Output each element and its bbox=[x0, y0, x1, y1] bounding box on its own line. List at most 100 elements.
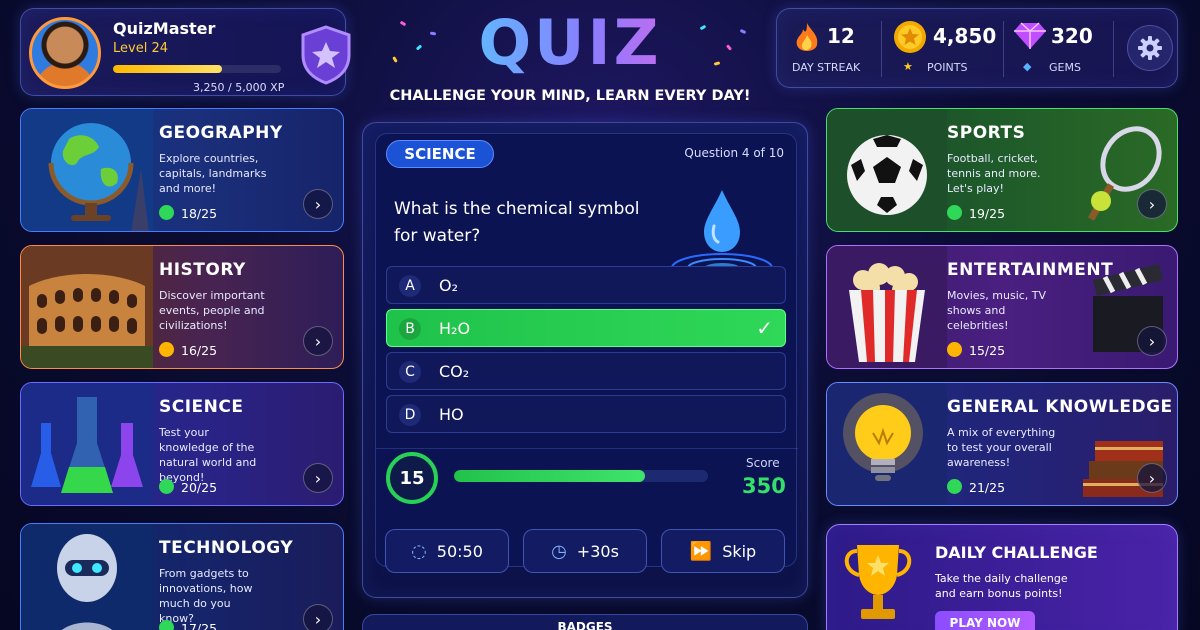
clock-icon: ◷ bbox=[551, 540, 567, 562]
question-text: What is the chemical symbol for water? bbox=[394, 199, 640, 246]
streak-value: 12 bbox=[827, 24, 855, 48]
tagline: CHALLENGE YOUR MIND, LEARN EVERY DAY! bbox=[389, 88, 751, 104]
badges-tab[interactable]: BADGES bbox=[362, 614, 808, 630]
points-label: POINTS bbox=[927, 61, 968, 74]
gems-stat: 320 ◆ GEMS bbox=[1011, 9, 1111, 89]
answer-option-d[interactable]: D HO bbox=[386, 395, 786, 433]
profile-card[interactable]: QuizMaster Level 24 3,250 / 5,000 XP bbox=[20, 8, 351, 96]
divider bbox=[881, 21, 882, 77]
chevron-right-button[interactable]: › bbox=[303, 326, 333, 356]
category-progress: 18/25 bbox=[181, 206, 218, 221]
chevron-right-button[interactable]: › bbox=[303, 463, 333, 493]
gem-icon bbox=[1014, 22, 1046, 49]
flask-icon bbox=[21, 383, 153, 505]
daily-challenge-card[interactable]: DAILY CHALLENGE Take the daily challenge… bbox=[826, 524, 1178, 630]
fast-forward-icon: ⏩ bbox=[689, 540, 713, 562]
title-area: QUIZ CHALLENGE YOUR MIND, LEARN EVERY DA… bbox=[380, 6, 760, 106]
settings-button[interactable] bbox=[1127, 25, 1173, 71]
question-counter: Question 4 of 10 bbox=[684, 146, 784, 160]
answer-text: HO bbox=[439, 405, 464, 424]
avatar[interactable] bbox=[29, 17, 101, 89]
globe-icon bbox=[21, 109, 153, 231]
divider bbox=[1003, 21, 1004, 77]
answer-option-a[interactable]: A O₂ bbox=[386, 266, 786, 304]
light-bulb-icon bbox=[827, 383, 947, 505]
category-card-geography[interactable]: GEOGRAPHY Explore countries, capitals, l… bbox=[20, 108, 344, 232]
skip-button[interactable]: ⏩ Skip bbox=[661, 529, 785, 573]
chevron-right-button[interactable]: › bbox=[1137, 463, 1167, 493]
colosseum-icon bbox=[21, 246, 153, 368]
question-panel: SCIENCE Question 4 of 10 What is the che… bbox=[362, 122, 808, 598]
category-card-history[interactable]: HISTORY Discover important events, peopl… bbox=[20, 245, 344, 369]
add-time-button[interactable]: ◷ +30s bbox=[523, 529, 647, 573]
progress-badge-icon bbox=[159, 342, 174, 357]
category-card-entertainment[interactable]: ENTERTAINMENT Movies, music, TV shows an… bbox=[826, 245, 1178, 369]
category-progress: 20/25 bbox=[181, 480, 218, 495]
answer-option-c[interactable]: C CO₂ bbox=[386, 352, 786, 390]
stats-bar: 12 DAY STREAK 4,850 ★ POINTS 320 ◆ GEMS bbox=[776, 8, 1178, 88]
gear-icon bbox=[1138, 36, 1162, 60]
streak-label: DAY STREAK bbox=[792, 61, 861, 74]
rank-shield-icon[interactable] bbox=[299, 25, 353, 85]
category-title: ENTERTAINMENT bbox=[947, 260, 1114, 280]
star-icon: ★ bbox=[903, 60, 913, 73]
xp-progress-bar bbox=[113, 65, 281, 73]
category-description: From gadgets to innovations, how much do… bbox=[159, 567, 253, 625]
category-card-technology[interactable]: TECHNOLOGY From gadgets to innovations, … bbox=[20, 523, 344, 630]
streak-stat: 12 DAY STREAK bbox=[777, 9, 877, 89]
answer-letter: A bbox=[399, 275, 421, 297]
play-now-button[interactable]: PLAY NOW bbox=[935, 611, 1035, 630]
answer-text: H₂O bbox=[439, 319, 471, 338]
fifty-fifty-icon: ◌ bbox=[411, 540, 427, 562]
question-category-badge: SCIENCE bbox=[386, 140, 494, 168]
progress-badge-icon bbox=[947, 205, 962, 220]
soccer-ball-icon bbox=[827, 109, 947, 231]
page-title: QUIZ bbox=[380, 6, 760, 79]
category-title: GENERAL KNOWLEDGE bbox=[947, 397, 1173, 417]
progress-badge-icon bbox=[159, 479, 174, 494]
category-description: A mix of everything to test your overall… bbox=[947, 426, 1056, 469]
category-description: Explore countries, capitals, landmarks a… bbox=[159, 152, 267, 195]
gem-small-icon: ◆ bbox=[1023, 60, 1032, 73]
fifty-fifty-button[interactable]: ◌ 50:50 bbox=[385, 529, 509, 573]
chevron-right-button[interactable]: › bbox=[1137, 189, 1167, 219]
progress-badge-icon bbox=[947, 479, 962, 494]
answer-letter: D bbox=[399, 404, 421, 426]
flame-icon bbox=[796, 23, 818, 51]
chevron-right-button[interactable]: › bbox=[303, 604, 333, 630]
category-progress: 21/25 bbox=[969, 480, 1006, 495]
popcorn-icon bbox=[827, 246, 947, 368]
answer-letter: B bbox=[399, 318, 421, 340]
category-card-sports[interactable]: SPORTS Football, cricket, tennis and mor… bbox=[826, 108, 1178, 232]
answer-option-b[interactable]: B H₂O ✓ bbox=[386, 309, 786, 347]
category-progress: 19/25 bbox=[969, 206, 1006, 221]
chevron-right-button[interactable]: › bbox=[1137, 326, 1167, 356]
time-progress-fill bbox=[454, 470, 645, 482]
category-title: HISTORY bbox=[159, 260, 246, 280]
points-stat: 4,850 ★ POINTS bbox=[889, 9, 999, 89]
divider bbox=[376, 448, 798, 449]
category-title: SPORTS bbox=[947, 123, 1026, 143]
chevron-right-button[interactable]: › bbox=[303, 189, 333, 219]
user-level: Level 24 bbox=[113, 41, 168, 56]
category-card-science[interactable]: SCIENCE Test your knowledge of the natur… bbox=[20, 382, 344, 506]
xp-progress-fill bbox=[113, 65, 223, 73]
daily-challenge-description: Take the daily challenge and earn bonus … bbox=[935, 572, 1068, 600]
add-time-label: +30s bbox=[576, 541, 619, 561]
score-value: 350 bbox=[742, 474, 786, 498]
skip-label: Skip bbox=[722, 541, 757, 561]
checkmark-icon: ✓ bbox=[756, 316, 773, 340]
answer-letter: C bbox=[399, 361, 421, 383]
category-card-general-knowledge[interactable]: GENERAL KNOWLEDGE A mix of everything to… bbox=[826, 382, 1178, 506]
trophy-icon bbox=[844, 545, 912, 619]
username: QuizMaster bbox=[113, 19, 216, 38]
robot-icon bbox=[21, 524, 153, 630]
category-description: Test your knowledge of the natural world… bbox=[159, 426, 257, 484]
time-progress-bar bbox=[454, 470, 708, 482]
fifty-fifty-label: 50:50 bbox=[436, 541, 483, 561]
category-description: Movies, music, TV shows and celebrities! bbox=[947, 289, 1047, 332]
category-title: SCIENCE bbox=[159, 397, 244, 417]
gems-value: 320 bbox=[1051, 24, 1093, 48]
answer-text: CO₂ bbox=[439, 362, 470, 381]
progress-badge-icon bbox=[159, 620, 174, 630]
